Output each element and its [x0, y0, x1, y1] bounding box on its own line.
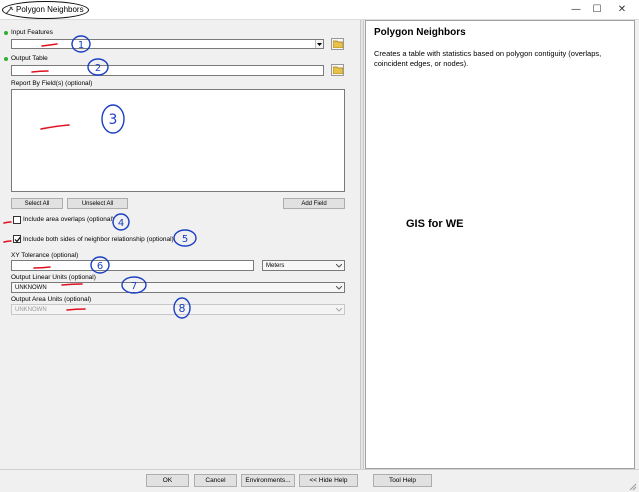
red-underline [3, 221, 12, 224]
red-underline [33, 266, 51, 269]
red-underline [40, 124, 70, 130]
cancel-button[interactable]: Cancel [194, 474, 237, 487]
ok-button[interactable]: OK [146, 474, 189, 487]
red-underline [66, 308, 86, 311]
panel-splitter[interactable] [360, 20, 364, 469]
minimize-button[interactable]: — [565, 2, 587, 18]
annotation-circle-8: 8 [173, 297, 191, 319]
watermark-text: GIS for WE [406, 218, 464, 230]
annotation-circle-7: 7 [121, 276, 147, 294]
annotation-number: 6 [97, 261, 103, 272]
red-underline [3, 240, 12, 243]
annotation-number: 7 [131, 281, 137, 292]
annotation-circle-1: 1 [71, 35, 91, 53]
annotation-number: 3 [109, 112, 118, 128]
annotation-circle-3: 3 [101, 104, 125, 134]
environments-button[interactable]: Environments... [241, 474, 295, 487]
hide-help-button[interactable]: << Hide Help [299, 474, 358, 487]
maximize-button[interactable]: ☐ [586, 2, 608, 18]
red-underline [41, 43, 58, 47]
annotation-circle-6: 6 [90, 256, 110, 274]
annotation-circle-2: 2 [87, 58, 109, 76]
annotation-number: 5 [182, 234, 188, 245]
annotation-circle-5: 5 [173, 229, 197, 247]
annotation-circle-4: 4 [112, 213, 130, 231]
annotation-number: 4 [118, 218, 124, 229]
red-ink-marks [3, 43, 86, 311]
annotation-number: 2 [95, 63, 101, 74]
tool-help-button[interactable]: Tool Help [373, 474, 432, 487]
help-panel [365, 20, 635, 469]
red-underline [61, 283, 83, 286]
annotation-number: 8 [179, 302, 186, 315]
annotation-number: 1 [78, 40, 84, 51]
resize-grip-icon[interactable] [628, 482, 637, 491]
close-button[interactable]: ✕ [611, 2, 633, 18]
help-title: Polygon Neighbors [374, 27, 466, 38]
help-description: Creates a table with statistics based on… [374, 49, 602, 68]
red-underline [31, 70, 49, 73]
